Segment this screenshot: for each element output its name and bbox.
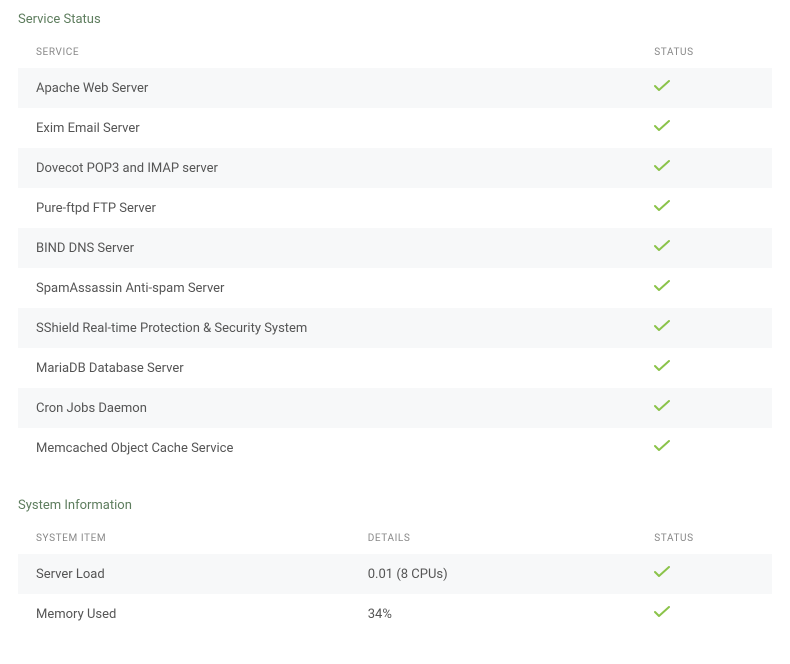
- table-row: Apache Web Server: [18, 68, 772, 108]
- service-status: [636, 228, 772, 268]
- system-item: Server Load: [18, 554, 350, 594]
- service-column-header: SERVICE: [18, 37, 636, 68]
- service-name: Cron Jobs Daemon: [18, 388, 636, 428]
- service-status: [636, 108, 772, 148]
- table-row: Server Load0.01 (8 CPUs): [18, 554, 772, 594]
- service-status: [636, 308, 772, 348]
- service-name: Pure-ftpd FTP Server: [18, 188, 636, 228]
- check-icon: [654, 240, 670, 252]
- service-name: Apache Web Server: [18, 68, 636, 108]
- system-details: 34%: [350, 594, 637, 634]
- table-row: MariaDB Database Server: [18, 348, 772, 388]
- service-status: [636, 68, 772, 108]
- service-status: [636, 428, 772, 468]
- service-name: MariaDB Database Server: [18, 348, 636, 388]
- status-column-header: STATUS: [636, 523, 772, 554]
- check-icon: [654, 160, 670, 172]
- check-icon: [654, 566, 670, 578]
- service-status-section: Service Status SERVICE STATUS Apache Web…: [0, 12, 790, 468]
- status-column-header: STATUS: [636, 37, 772, 68]
- service-status: [636, 268, 772, 308]
- table-row: BIND DNS Server: [18, 228, 772, 268]
- check-icon: [654, 400, 670, 412]
- service-status-table: SERVICE STATUS Apache Web ServerExim Ema…: [18, 37, 772, 468]
- system-item: Memory Used: [18, 594, 350, 634]
- table-row: Memory Used34%: [18, 594, 772, 634]
- system-info-title: System Information: [0, 498, 790, 523]
- check-icon: [654, 200, 670, 212]
- service-status-title: Service Status: [0, 12, 790, 37]
- table-row: Exim Email Server: [18, 108, 772, 148]
- check-icon: [654, 440, 670, 452]
- check-icon: [654, 280, 670, 292]
- details-column-header: DETAILS: [350, 523, 637, 554]
- table-row: Cron Jobs Daemon: [18, 388, 772, 428]
- system-info-section: System Information SYSTEM ITEM DETAILS S…: [0, 498, 790, 634]
- service-name: Exim Email Server: [18, 108, 636, 148]
- system-info-table-wrap: SYSTEM ITEM DETAILS STATUS Server Load0.…: [0, 523, 790, 634]
- table-row: SShield Real-time Protection & Security …: [18, 308, 772, 348]
- system-status: [636, 554, 772, 594]
- system-item-column-header: SYSTEM ITEM: [18, 523, 350, 554]
- check-icon: [654, 360, 670, 372]
- service-status: [636, 148, 772, 188]
- service-status: [636, 188, 772, 228]
- system-details: 0.01 (8 CPUs): [350, 554, 637, 594]
- service-name: Memcached Object Cache Service: [18, 428, 636, 468]
- system-status: [636, 594, 772, 634]
- table-row: Memcached Object Cache Service: [18, 428, 772, 468]
- service-name: SShield Real-time Protection & Security …: [18, 308, 636, 348]
- check-icon: [654, 320, 670, 332]
- check-icon: [654, 80, 670, 92]
- table-row: SpamAssassin Anti-spam Server: [18, 268, 772, 308]
- service-status-table-wrap: SERVICE STATUS Apache Web ServerExim Ema…: [0, 37, 790, 468]
- service-status: [636, 348, 772, 388]
- system-info-table: SYSTEM ITEM DETAILS STATUS Server Load0.…: [18, 523, 772, 634]
- table-row: Dovecot POP3 and IMAP server: [18, 148, 772, 188]
- check-icon: [654, 606, 670, 618]
- service-status: [636, 388, 772, 428]
- service-name: SpamAssassin Anti-spam Server: [18, 268, 636, 308]
- table-row: Pure-ftpd FTP Server: [18, 188, 772, 228]
- service-name: BIND DNS Server: [18, 228, 636, 268]
- service-name: Dovecot POP3 and IMAP server: [18, 148, 636, 188]
- check-icon: [654, 120, 670, 132]
